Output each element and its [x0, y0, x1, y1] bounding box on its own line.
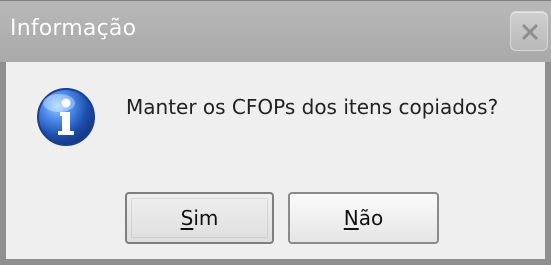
yes-button[interactable]: Sim	[125, 192, 274, 244]
yes-button-mnemonic: S	[180, 206, 194, 230]
dialog-window: Informação Manter os CFOPs dos itens cop…	[0, 0, 551, 265]
info-icon	[37, 88, 95, 146]
window-title: Informação	[10, 16, 137, 41]
yes-button-label: im	[193, 206, 219, 230]
close-icon	[522, 24, 538, 40]
no-button-mnemonic: N	[343, 206, 359, 230]
dialog-content: Manter os CFOPs dos itens copiados? Sim …	[6, 62, 545, 259]
title-bar: Informação	[0, 0, 551, 62]
no-button[interactable]: Não	[288, 192, 439, 244]
no-button-label: ão	[358, 206, 384, 230]
dialog-message: Manter os CFOPs dos itens copiados?	[126, 95, 499, 119]
close-button[interactable]	[510, 11, 548, 51]
